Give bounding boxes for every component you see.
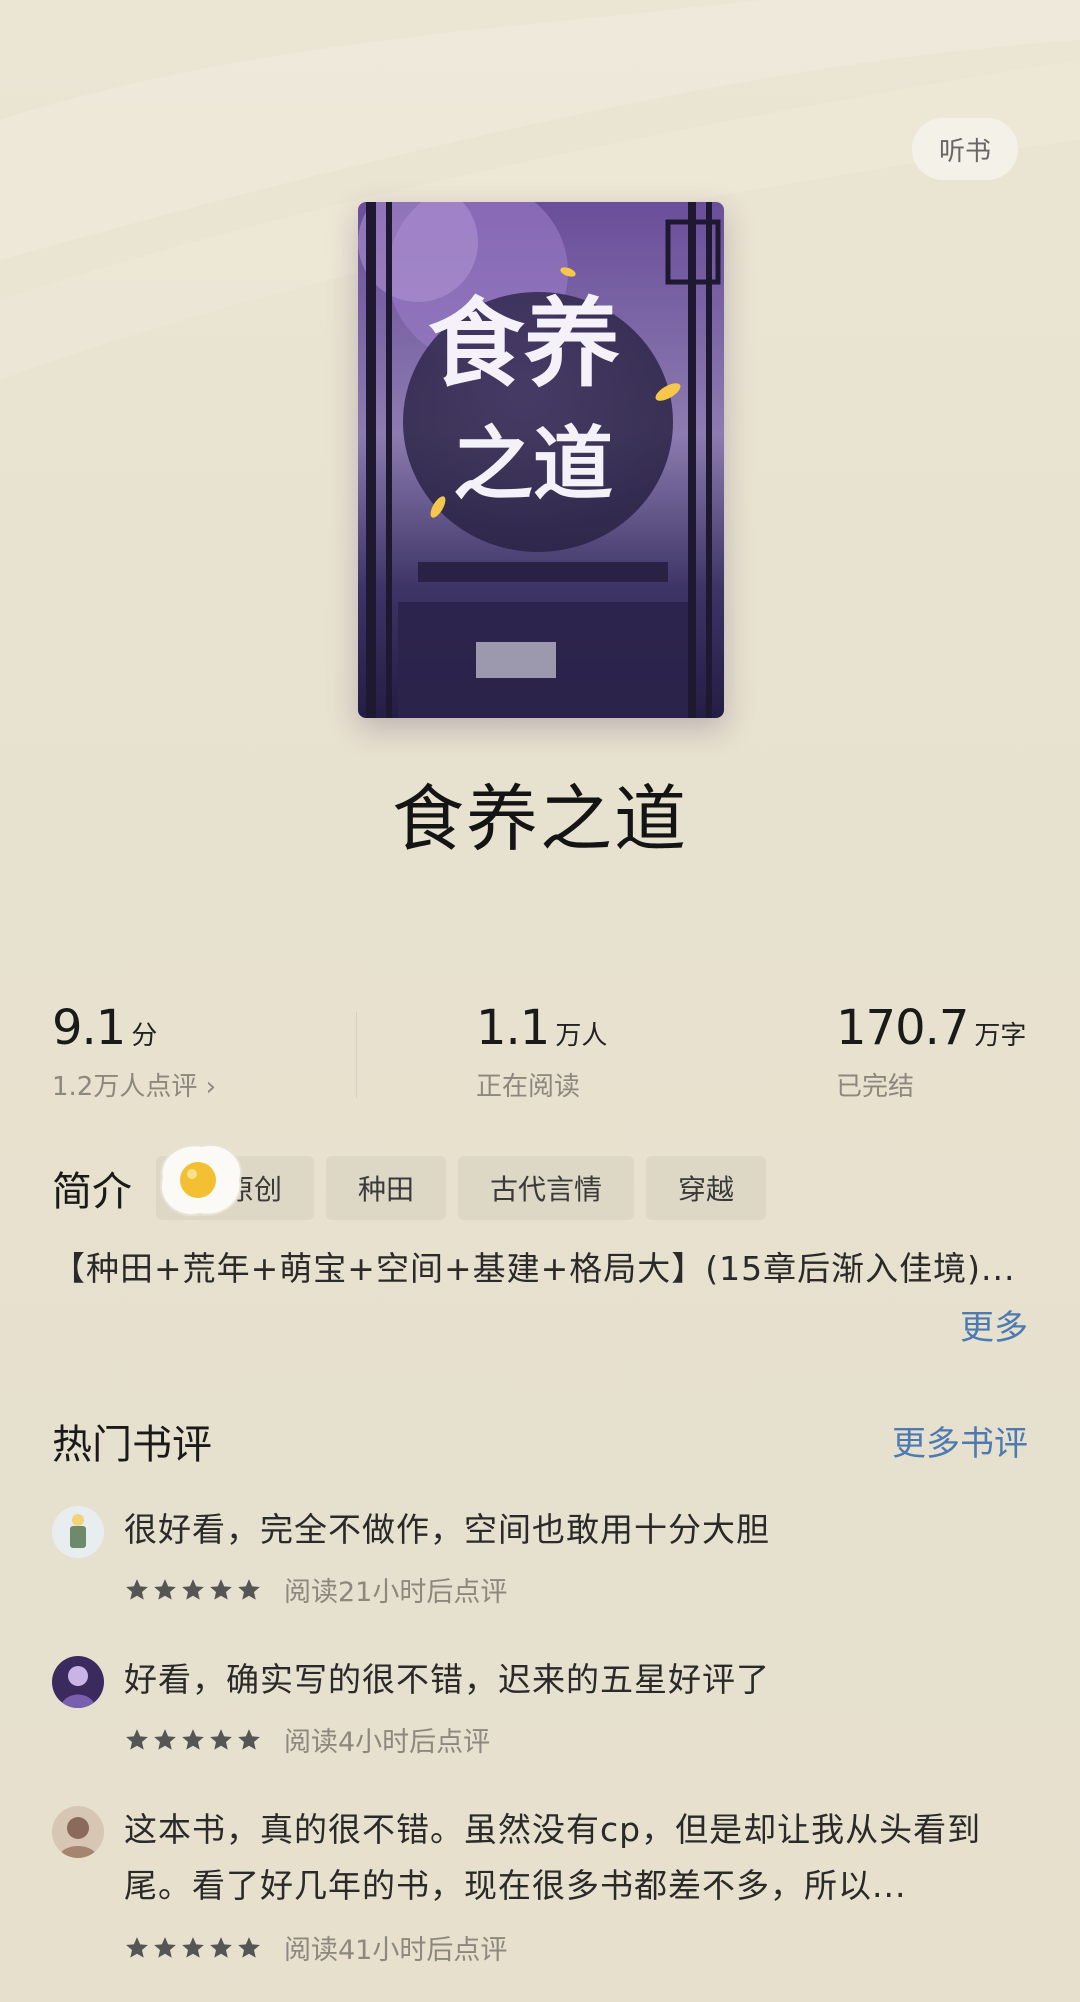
star-icon [154,1728,176,1750]
star-icon [238,1578,260,1600]
rating-stat[interactable]: 9.1 分 1.2万人点评 › [52,1000,216,1103]
star-icon [154,1578,176,1600]
review-meta-text: 阅读21小时后点评 [284,1577,508,1608]
stats-divider [356,1012,357,1098]
star-icon [182,1578,204,1600]
star-icon [182,1936,204,1958]
cover-title-line2: 之道 [453,417,613,511]
star-icon [126,1936,148,1958]
readers-label: 正在阅读 [476,1072,581,1102]
star-icon [126,1578,148,1600]
book-cover-art: 食养 之道 [358,202,724,718]
egg-sticker [159,1143,242,1217]
words-stat: 170.7 万字 已完结 [836,1000,1026,1103]
reviewer-avatar[interactable] [52,1656,104,1708]
intro-label: 简介 [52,1169,132,1215]
star-icon [238,1936,260,1958]
review-meta-text: 阅读41小时后点评 [284,1935,508,1966]
more-reviews-link[interactable]: 更多书评 [892,1416,1028,1465]
review-text: 很好看，完全不做作，空间也敢用十分大胆 [124,1510,770,1549]
book-cover[interactable]: 食养 之道 [358,202,724,718]
review-stars [124,1577,264,1603]
review-stars [124,1935,264,1961]
star-icon [182,1728,204,1750]
stats-row: 9.1 分 1.2万人点评 › 1.1 万人 正在阅读 170.7 万字 已完结 [0,1000,1080,1120]
star-icon [126,1728,148,1750]
words-value: 170.7 [836,1000,969,1056]
book-title: 食养之道 [391,777,688,861]
reviews-heading: 热门书评 [52,1422,212,1468]
star-icon [238,1728,260,1750]
review-text: 好看，确实写的很不错，迟来的五星好评了 [124,1660,770,1699]
reviewer-avatar[interactable] [52,1806,104,1858]
listen-button[interactable]: 听书 [912,118,1018,180]
review-meta-text: 阅读4小时后点评 [284,1727,491,1758]
words-unit: 万字 [974,1021,1027,1051]
cover-title-line1: 食养 [428,287,620,400]
review-stars [124,1727,264,1753]
readers-stat: 1.1 万人 正在阅读 [476,1000,607,1103]
readers-value: 1.1 [476,1000,550,1056]
status-label: 已完结 [836,1072,915,1102]
review-text: 这本书，真的很不错。虽然没有cp，但是却让我从头看到尾。看了好几年的书，现在很多… [124,1810,982,1905]
review-item[interactable]: 很好看，完全不做作，空间也敢用十分大胆 阅读21小时后点评 [52,1502,1028,1612]
reviewer-avatar[interactable] [52,1506,104,1558]
review-meta: 阅读4小时后点评 [124,1720,490,1759]
tag-farming[interactable]: 种田 [326,1156,447,1220]
intro-more-link[interactable]: 更多 [960,1300,1028,1349]
rating-count-link[interactable]: 1.2万人点评 › [52,1066,216,1103]
intro-text: 【种田+荒年+萌宝+空间+基建+格局大】(15章后渐入佳境)... [52,1249,1016,1288]
star-icon [154,1936,176,1958]
tag-time-travel[interactable]: 穿越 [646,1156,767,1220]
tag-ancient-romance[interactable]: 古代言情 [458,1156,635,1220]
readers-unit: 万人 [555,1021,608,1051]
rating-unit: 分 [131,1021,158,1051]
rating-value: 9.1 [52,1000,126,1056]
review-meta: 阅读41小时后点评 [124,1928,507,1967]
star-icon [210,1936,232,1958]
star-icon [210,1728,232,1750]
review-item[interactable]: 好看，确实写的很不错，迟来的五星好评了 阅读4小时后点评 [52,1652,1028,1762]
star-icon [210,1578,232,1600]
review-meta: 阅读21小时后点评 [124,1570,507,1609]
review-item[interactable]: 这本书，真的很不错。虽然没有cp，但是却让我从头看到尾。看了好几年的书，现在很多… [52,1802,1028,1972]
